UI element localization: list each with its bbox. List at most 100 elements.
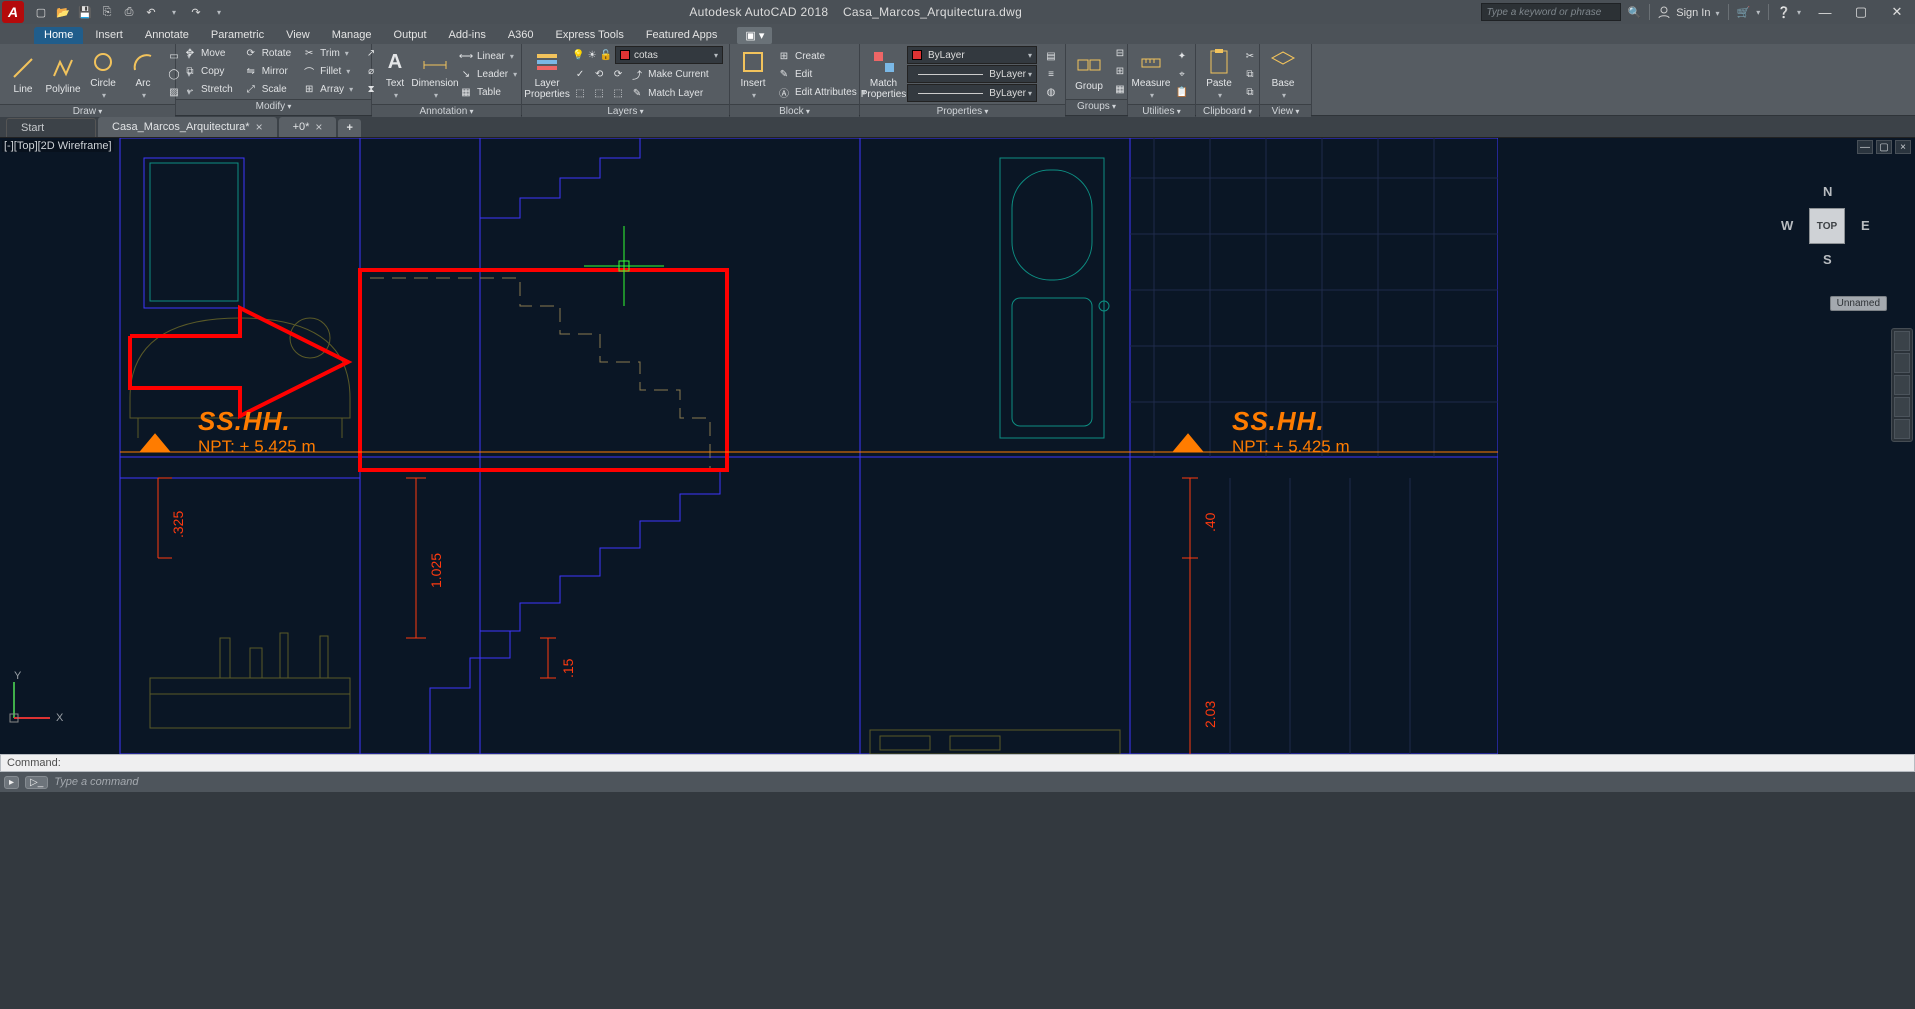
qa-undo-icon[interactable]: ↶	[141, 3, 161, 21]
groups-mini3[interactable]: ▦	[1112, 81, 1128, 99]
rotate-button[interactable]: ⟳Rotate	[243, 45, 291, 63]
clip-mini3[interactable]: ⧉	[1242, 83, 1258, 101]
infocenter-icon[interactable]: 🔍	[1627, 6, 1641, 19]
layer-state-icon[interactable]: 💡	[572, 50, 584, 61]
measure-button[interactable]: Measure▾	[1134, 44, 1168, 104]
navigation-bar[interactable]	[1891, 328, 1913, 442]
tab-a360[interactable]: A360	[498, 27, 544, 44]
linear-button[interactable]: ⟷Linear▾	[458, 47, 517, 65]
nav-zoom-icon[interactable]	[1894, 375, 1910, 395]
viewcube-ucs-tag[interactable]: Unnamed	[1830, 296, 1887, 311]
tab-featured[interactable]: Featured Apps	[636, 27, 728, 44]
text-button[interactable]: AText▾	[378, 44, 412, 104]
util-mini1[interactable]: ✦	[1174, 47, 1190, 65]
paste-button[interactable]: Paste▾	[1202, 44, 1236, 104]
polyline-button[interactable]: Polyline	[46, 50, 80, 99]
groups-mini2[interactable]: ⊞	[1112, 63, 1128, 81]
sign-in-button[interactable]: Sign In ▾	[1658, 6, 1719, 19]
groups-mini1[interactable]: ⊟	[1112, 45, 1128, 63]
group-button[interactable]: Group	[1072, 47, 1106, 96]
modify-panel-title[interactable]: Modify	[176, 99, 371, 115]
cmd-recent-icon[interactable]: ▸	[4, 776, 19, 789]
viewport-min-icon[interactable]: —	[1857, 140, 1873, 154]
tab-manage[interactable]: Manage	[322, 27, 382, 44]
lineweight-dropdown[interactable]: ByLayer▾	[907, 65, 1037, 83]
table-button[interactable]: ▦Table	[458, 83, 517, 101]
qa-redo-dd[interactable]: ▾	[209, 3, 229, 21]
annot-panel-title[interactable]: Annotation	[372, 104, 521, 117]
close-icon[interactable]: ×	[315, 120, 322, 134]
view-cube[interactable]: TOP N S E W Unnamed	[1767, 166, 1887, 286]
close-icon[interactable]: ×	[256, 120, 263, 134]
qa-saveas-icon[interactable]: ⎘	[97, 3, 117, 21]
move-button[interactable]: ✥Move	[182, 45, 233, 63]
nav-wheel-icon[interactable]	[1894, 331, 1910, 351]
clip-mini2[interactable]: ⧉	[1242, 65, 1258, 83]
view-panel-title[interactable]: View	[1260, 104, 1311, 117]
utils-panel-title[interactable]: Utilities	[1128, 104, 1195, 117]
viewcube-e[interactable]: E	[1861, 218, 1870, 233]
viewcube-n[interactable]: N	[1823, 184, 1832, 199]
layer-properties-button[interactable]: Layer Properties	[528, 44, 566, 104]
groups-panel-title[interactable]: Groups	[1066, 99, 1127, 115]
xref-icon[interactable]: ▾	[1756, 8, 1760, 17]
fillet-button[interactable]: ⌒Fillet▾	[301, 63, 353, 81]
command-history[interactable]: Command:	[0, 754, 1915, 772]
dimension-button[interactable]: Dimension▾	[418, 44, 452, 104]
command-input[interactable]: Type a command	[54, 776, 1911, 788]
help-icon[interactable]: ❔	[1777, 6, 1791, 19]
command-input-bar[interactable]: ▸ ▷_ Type a command	[0, 772, 1915, 792]
arc-button[interactable]: Arc▾	[126, 44, 160, 104]
layer-dropdown[interactable]: cotas▾	[615, 46, 723, 64]
circle-button[interactable]: Circle▾	[86, 44, 120, 104]
linetype-dropdown[interactable]: ByLayer▾	[907, 84, 1037, 102]
window-close[interactable]: ✕	[1879, 0, 1915, 24]
window-minimize[interactable]: —	[1807, 0, 1843, 24]
tab-insert[interactable]: Insert	[85, 27, 133, 44]
prop-mini1[interactable]: ▤	[1043, 47, 1059, 65]
drawing-viewport[interactable]: [-][Top][2D Wireframe] — ▢ ×	[0, 138, 1915, 754]
qa-undo-dd[interactable]: ▾	[164, 3, 184, 21]
clip-mini1[interactable]: ✂	[1242, 47, 1258, 65]
clip-panel-title[interactable]: Clipboard	[1196, 104, 1259, 117]
viewport-close-icon[interactable]: ×	[1895, 140, 1911, 154]
stretch-button[interactable]: ↔Stretch	[182, 81, 233, 99]
tab-home[interactable]: Home	[34, 27, 83, 44]
qa-plot-icon[interactable]: ⎙	[119, 3, 139, 21]
viewcube-s[interactable]: S	[1823, 252, 1832, 267]
util-mini3[interactable]: 📋	[1174, 83, 1190, 101]
add-tab-button[interactable]: +	[338, 119, 360, 137]
app-logo[interactable]: A	[2, 1, 24, 23]
ribbon-state-toggle[interactable]: ▣ ▾	[737, 27, 772, 44]
block-panel-title[interactable]: Block	[730, 104, 859, 117]
tab-annotate[interactable]: Annotate	[135, 27, 199, 44]
qa-redo-icon[interactable]: ↷	[186, 3, 206, 21]
edit-attr-button[interactable]: ⒶEdit Attributes▾	[776, 83, 866, 101]
tab-parametric[interactable]: Parametric	[201, 27, 274, 44]
nav-pan-icon[interactable]	[1894, 353, 1910, 373]
trim-button[interactable]: ✂Trim▾	[301, 45, 353, 63]
tab-view[interactable]: View	[276, 27, 320, 44]
base-button[interactable]: Base▾	[1266, 44, 1300, 104]
tab-express[interactable]: Express Tools	[546, 27, 634, 44]
window-maximize[interactable]: ▢	[1843, 0, 1879, 24]
qa-new-icon[interactable]: ▢	[31, 3, 51, 21]
draw-panel-title[interactable]: Draw	[0, 104, 175, 117]
scale-button[interactable]: ⤢Scale	[243, 81, 291, 99]
props-panel-title[interactable]: Properties	[860, 104, 1065, 117]
layers-panel-title[interactable]: Layers	[522, 104, 729, 117]
tab-output[interactable]: Output	[384, 27, 437, 44]
viewport-max-icon[interactable]: ▢	[1876, 140, 1892, 154]
match-layer-button[interactable]: ⬚⬚⬚✎Match Layer	[572, 84, 723, 102]
nav-showmotion-icon[interactable]	[1894, 419, 1910, 439]
mirror-button[interactable]: ⇋Mirror	[243, 63, 291, 81]
viewcube-w[interactable]: W	[1781, 218, 1793, 233]
edit-block-button[interactable]: ✎Edit	[776, 65, 866, 83]
color-dropdown[interactable]: ByLayer▾	[907, 46, 1037, 64]
prop-mini2[interactable]: ≡	[1043, 65, 1059, 83]
exchange-icon[interactable]: 🛒	[1737, 6, 1751, 19]
make-current-button[interactable]: ✓⟲⟳⤴Make Current	[572, 65, 723, 83]
line-button[interactable]: Line	[6, 50, 40, 99]
layer-lock-icon[interactable]: 🔓	[600, 50, 612, 61]
qa-open-icon[interactable]: 📂	[53, 3, 73, 21]
